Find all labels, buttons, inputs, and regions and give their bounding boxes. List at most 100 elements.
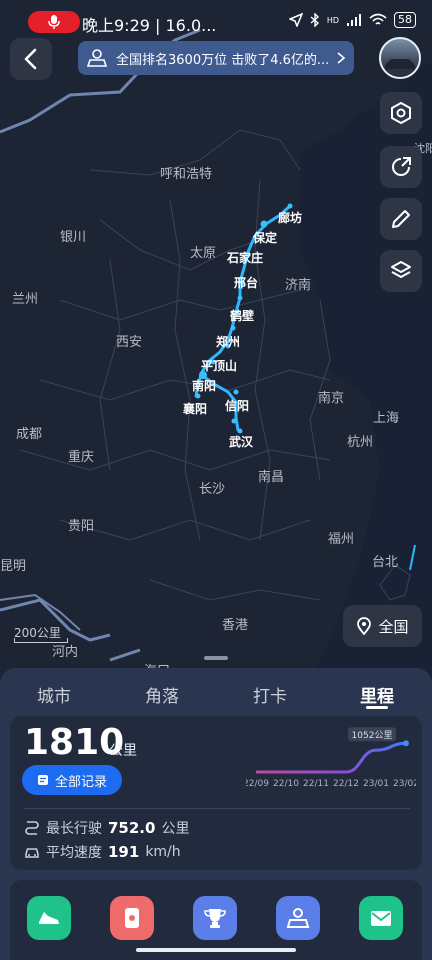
route-city-label: 郑州 [216, 335, 241, 349]
avatar[interactable] [379, 37, 421, 79]
average-speed-unit: km/h [145, 844, 181, 860]
region-label: 银川 [60, 230, 87, 245]
rank-banner[interactable]: 全国排名3600万位 击败了4.6亿的... [78, 41, 354, 75]
tab-mileage[interactable]: 里程 [360, 682, 394, 707]
signal-icon [347, 14, 361, 26]
ranking-icon [286, 908, 310, 928]
map-view[interactable] [0, 0, 432, 700]
nation-button[interactable]: 全国 [343, 605, 422, 647]
total-mileage-unit: 公里 [109, 743, 137, 759]
phone-card-shortcut[interactable] [110, 896, 154, 940]
pencil-icon [392, 210, 410, 228]
region-label: 杭州 [347, 435, 374, 450]
phone-card-icon [125, 908, 139, 928]
car-photo-icon [381, 59, 419, 77]
longest-drive-unit: 公里 [161, 821, 190, 837]
route-city-label: 鹤壁 [230, 309, 255, 323]
all-records-label: 全部记录 [54, 774, 107, 790]
route-city-label: 邢台 [234, 276, 259, 290]
shoe-icon [39, 912, 59, 924]
bluetooth-icon [310, 13, 319, 27]
location-pin-icon [357, 617, 372, 635]
x-tick-label: 22/12 [333, 779, 359, 789]
tab-checkin[interactable]: 打卡 [253, 682, 287, 707]
region-label: 重庆 [68, 450, 95, 465]
route-city-label: 保定 [253, 231, 278, 245]
ranking-shortcut[interactable] [276, 896, 320, 940]
share-button[interactable] [380, 146, 422, 188]
recording-indicator[interactable] [28, 11, 80, 33]
route-city-label: 廊坊 [278, 211, 303, 225]
route-city-label: 石家庄 [227, 251, 264, 265]
region-label: 福州 [328, 532, 355, 547]
status-bar: 晚上9:29 | 16.0... HD 58 [0, 0, 432, 44]
mail-icon [371, 911, 391, 926]
all-records-button[interactable]: 全部记录 [22, 765, 122, 795]
layers-button[interactable] [380, 250, 422, 292]
trend-point [403, 740, 409, 747]
x-tick-label: 22/10 [273, 779, 299, 789]
wifi-icon [369, 13, 387, 25]
route-city-label: 武汉 [229, 435, 254, 449]
region-label: 上海 [373, 411, 400, 426]
region-label: 贵阳 [68, 519, 95, 534]
route-icon [25, 821, 39, 835]
tab-city[interactable]: 城市 [37, 682, 71, 707]
x-tick-label: 23/02 [393, 779, 416, 789]
hexagon-settings-icon [391, 101, 411, 125]
status-icons: HD 58 [288, 12, 416, 28]
rank-text: 全国排名3600万位 击败了4.6亿的... [116, 52, 330, 68]
route-city-label: 平顶山 [201, 359, 238, 373]
home-indicator[interactable] [136, 948, 296, 952]
status-time: 晚上9:29 | 16.0... [82, 16, 217, 35]
list-doc-icon [37, 775, 48, 785]
region-label: 长沙 [199, 482, 226, 497]
layers-icon [391, 261, 411, 278]
x-tick-label: 23/01 [363, 779, 389, 789]
sheet-drag-handle[interactable] [204, 656, 228, 660]
region-label: 呼和浩特 [160, 167, 213, 182]
region-label: 河内 [52, 645, 79, 660]
trend-line [256, 741, 407, 774]
edit-button[interactable] [380, 198, 422, 240]
trophy-shortcut[interactable] [193, 896, 237, 940]
chevron-left-icon [24, 48, 37, 70]
longest-drive-label: 最长行驶 [46, 821, 102, 837]
tab-indicator [366, 706, 388, 709]
hd-icon: HD [326, 15, 339, 25]
region-label: 香港 [222, 618, 249, 633]
region-label: 济南 [285, 278, 312, 293]
podium-user-icon [86, 49, 108, 67]
chevron-right-icon [337, 52, 346, 64]
region-label: 西安 [116, 335, 143, 350]
battery-icon: 58 [394, 12, 416, 28]
average-speed-value: 191 [108, 843, 140, 861]
region-label: 成都 [16, 427, 43, 442]
settings-button[interactable] [380, 92, 422, 134]
shoe-shortcut[interactable] [27, 896, 71, 940]
trophy-icon [204, 909, 226, 928]
back-button[interactable] [10, 38, 52, 80]
average-speed-label: 平均速度 [46, 845, 102, 861]
mail-shortcut[interactable] [359, 896, 403, 940]
region-label: 太原 [190, 246, 217, 261]
x-tick-label: 22/11 [303, 779, 329, 789]
mileage-trend-chart: 1052公里 22/09 22/10 22/11 22/12 23/01 23/02 [246, 727, 416, 789]
region-label: 台北 [372, 555, 399, 570]
nation-button-label: 全国 [378, 617, 409, 636]
region-label: 昆明 [0, 559, 27, 574]
location-arrow-icon [288, 13, 303, 27]
route-city-label: 南阳 [192, 379, 217, 393]
map-scale-bar [14, 638, 68, 643]
route-city-label: 信阳 [225, 399, 250, 413]
microphone-icon [48, 15, 60, 29]
average-speed-stat: 平均速度 191 km/h [24, 842, 181, 862]
trend-annotation: 1052公里 [352, 730, 393, 741]
tab-corner[interactable]: 角落 [145, 682, 179, 707]
region-label: 兰州 [12, 292, 39, 307]
share-icon [392, 157, 411, 176]
x-tick-label: 22/09 [246, 779, 269, 789]
region-label: 南昌 [258, 470, 285, 485]
route-city-label: 襄阳 [183, 402, 208, 416]
longest-drive-stat: 最长行驶 752.0 公里 [24, 818, 189, 838]
